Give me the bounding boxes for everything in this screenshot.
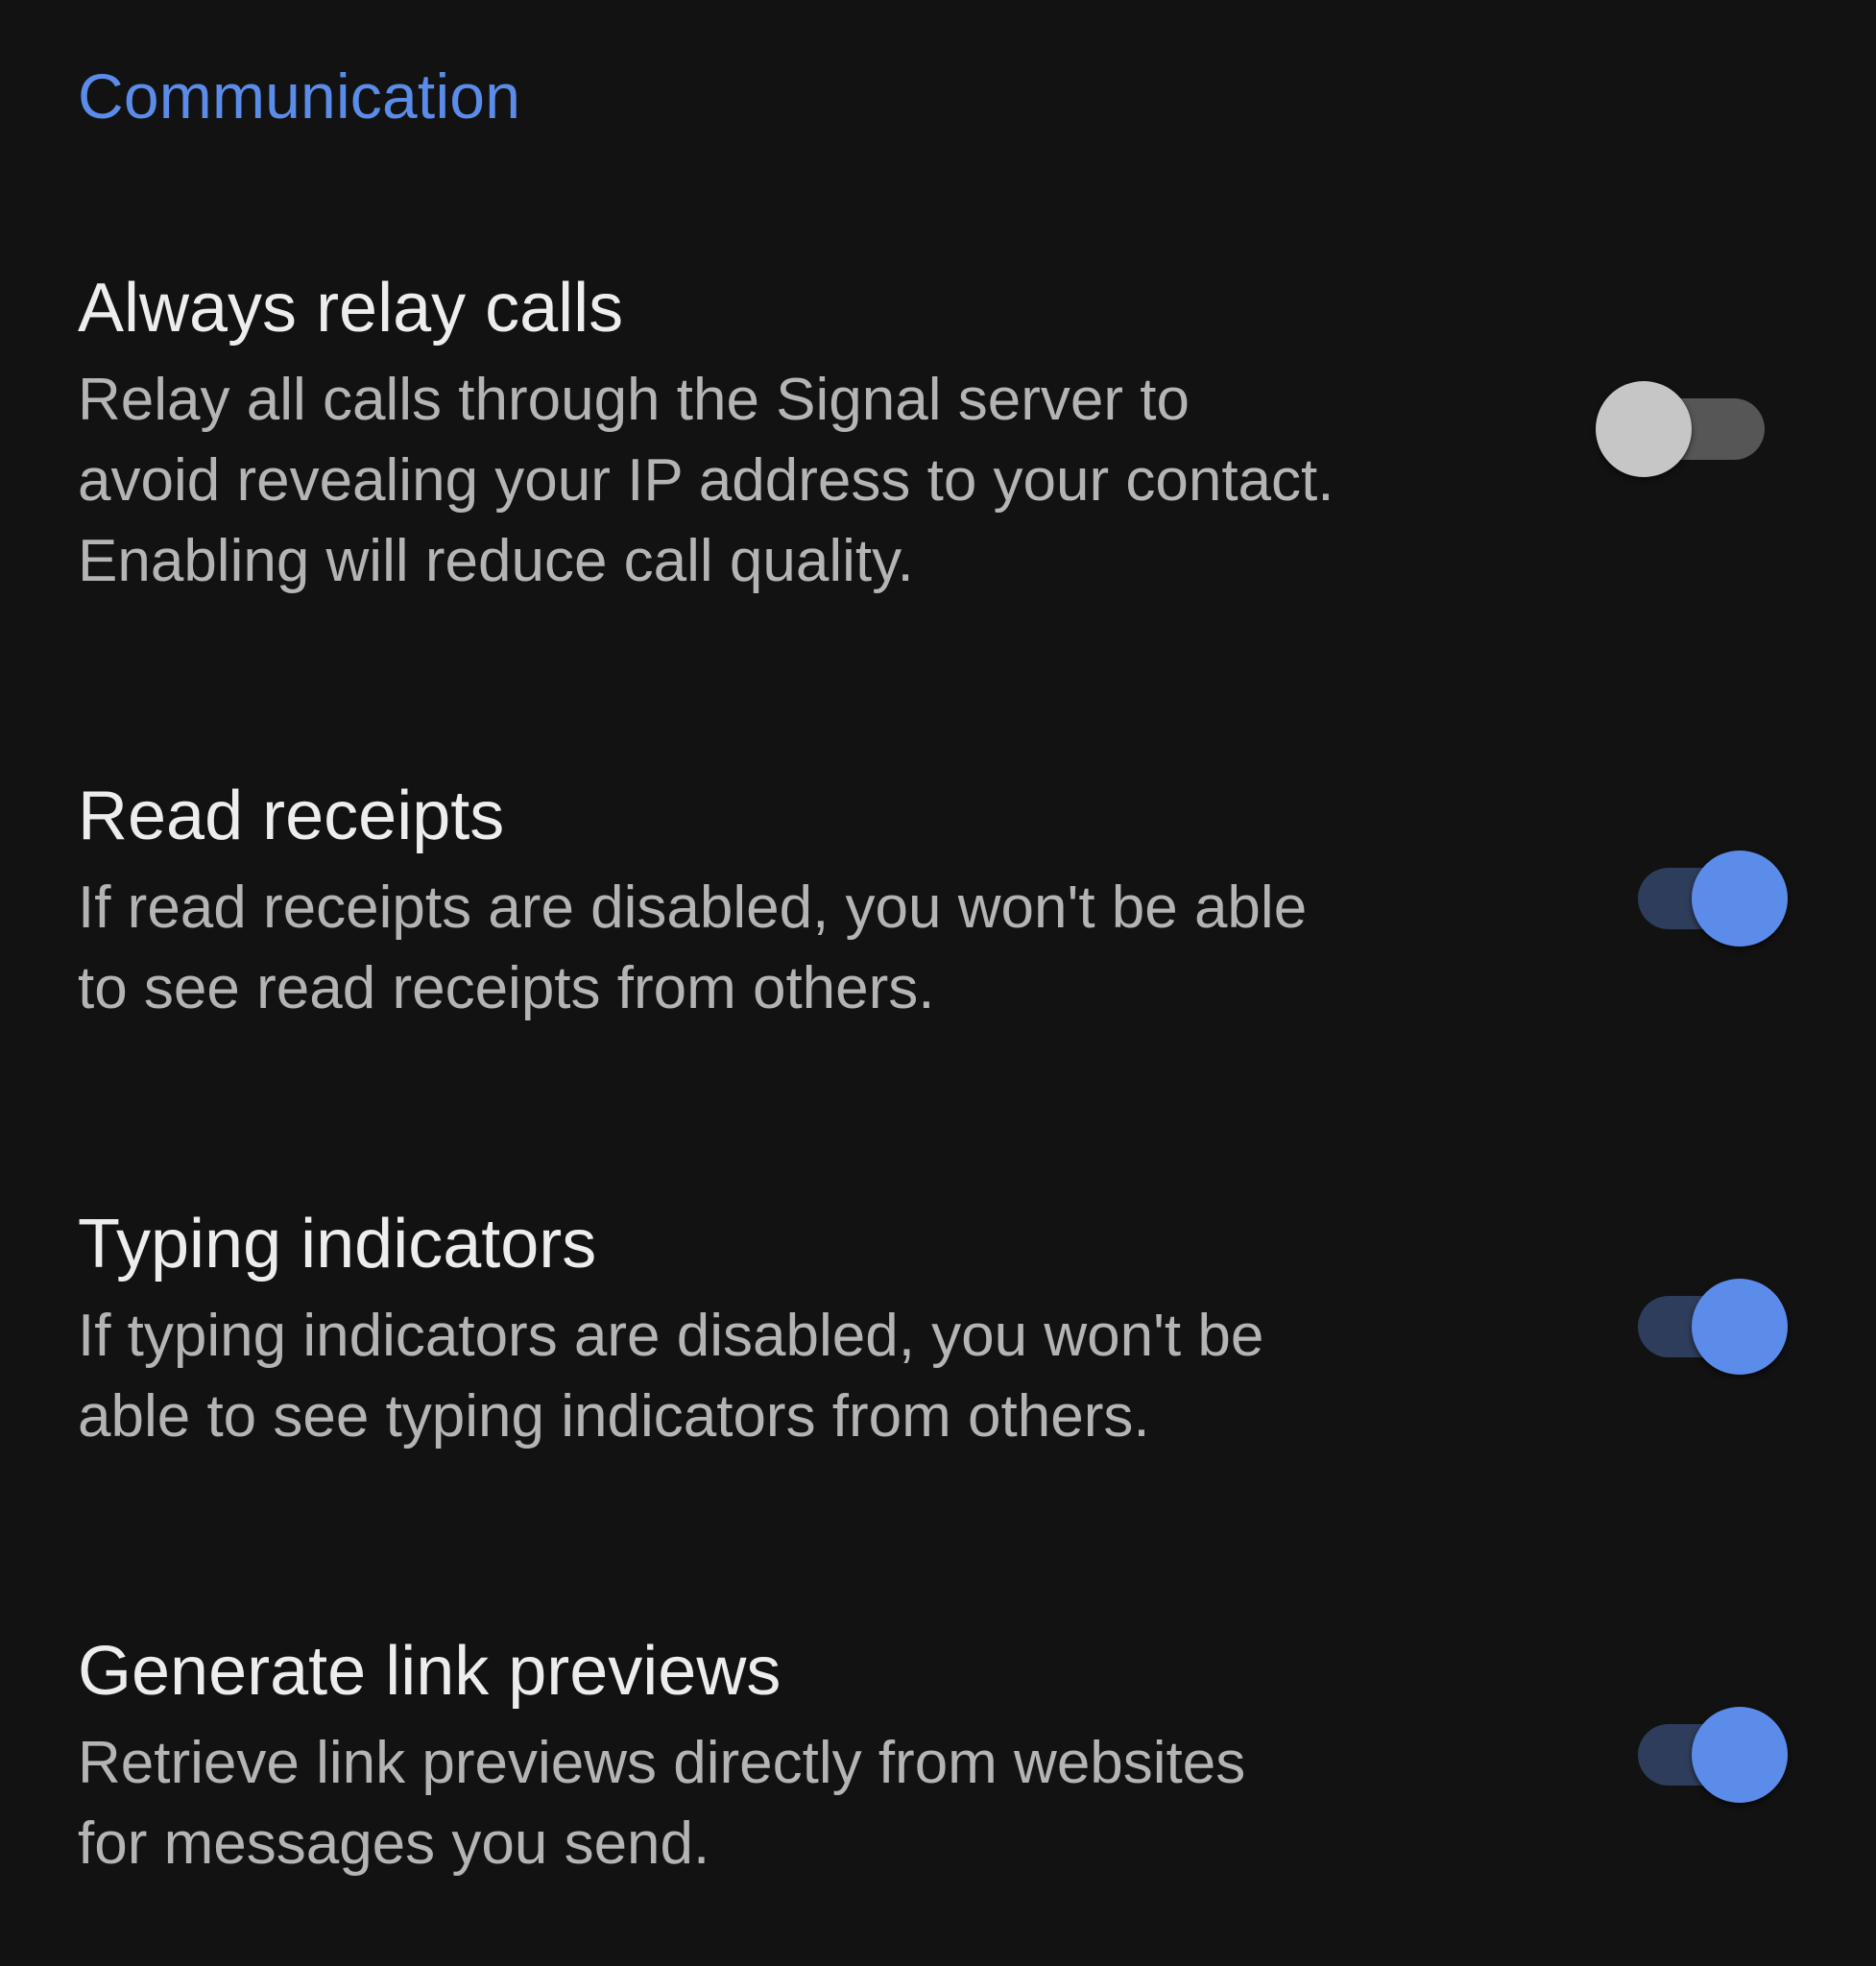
typing-indicators-switch[interactable] xyxy=(1599,1269,1792,1384)
pref-title: Typing indicators xyxy=(78,1206,597,1283)
switch-thumb xyxy=(1692,1279,1788,1375)
pref-summary-line: to see read receipts from others. xyxy=(78,955,935,1021)
pref-title: Generate link previews xyxy=(78,1633,782,1710)
pref-summary-line: for messages you send. xyxy=(78,1810,710,1877)
generate-link-previews-switch[interactable] xyxy=(1599,1697,1792,1812)
pref-summary-line: able to see typing indicators from other… xyxy=(78,1383,1150,1450)
pref-summary-line: If typing indicators are disabled, you w… xyxy=(78,1303,1264,1369)
pref-text: Generate link previews Retrieve link pre… xyxy=(78,1627,1537,1884)
always-relay-calls-switch[interactable] xyxy=(1580,372,1772,487)
pref-summary-line: If read receipts are disabled, you won't… xyxy=(78,875,1308,941)
switch-thumb xyxy=(1692,1707,1788,1803)
pref-text: Typing indicators If typing indicators a… xyxy=(78,1200,1537,1457)
pref-typing-indicators[interactable]: Typing indicators If typing indicators a… xyxy=(0,1104,1876,1531)
pref-summary-line: Retrieve link previews directly from web… xyxy=(78,1730,1246,1796)
pref-always-relay-calls[interactable]: Always relay calls Relay all calls throu… xyxy=(0,0,1876,672)
pref-read-receipts[interactable]: Read receipts If read receipts are disab… xyxy=(0,672,1876,1104)
switch-thumb xyxy=(1596,381,1692,477)
switch-thumb xyxy=(1692,851,1788,947)
pref-text: Always relay calls Relay all calls throu… xyxy=(78,264,1537,602)
pref-summary-line: avoid revealing your IP address to your … xyxy=(78,447,1335,514)
pref-generate-link-previews[interactable]: Generate link previews Retrieve link pre… xyxy=(0,1531,1876,1966)
pref-summary-line: Enabling will reduce call quality. xyxy=(78,528,914,594)
pref-summary: If read receipts are disabled, you won't… xyxy=(78,868,1537,1029)
pref-text: Read receipts If read receipts are disab… xyxy=(78,772,1537,1029)
pref-title: Always relay calls xyxy=(78,270,624,347)
pref-summary-line: Relay all calls through the Signal serve… xyxy=(78,367,1190,433)
pref-summary: Retrieve link previews directly from web… xyxy=(78,1723,1537,1884)
pref-summary: If typing indicators are disabled, you w… xyxy=(78,1296,1537,1457)
pref-summary: Relay all calls through the Signal serve… xyxy=(78,360,1537,602)
read-receipts-switch[interactable] xyxy=(1599,841,1792,956)
pref-title: Read receipts xyxy=(78,778,505,854)
